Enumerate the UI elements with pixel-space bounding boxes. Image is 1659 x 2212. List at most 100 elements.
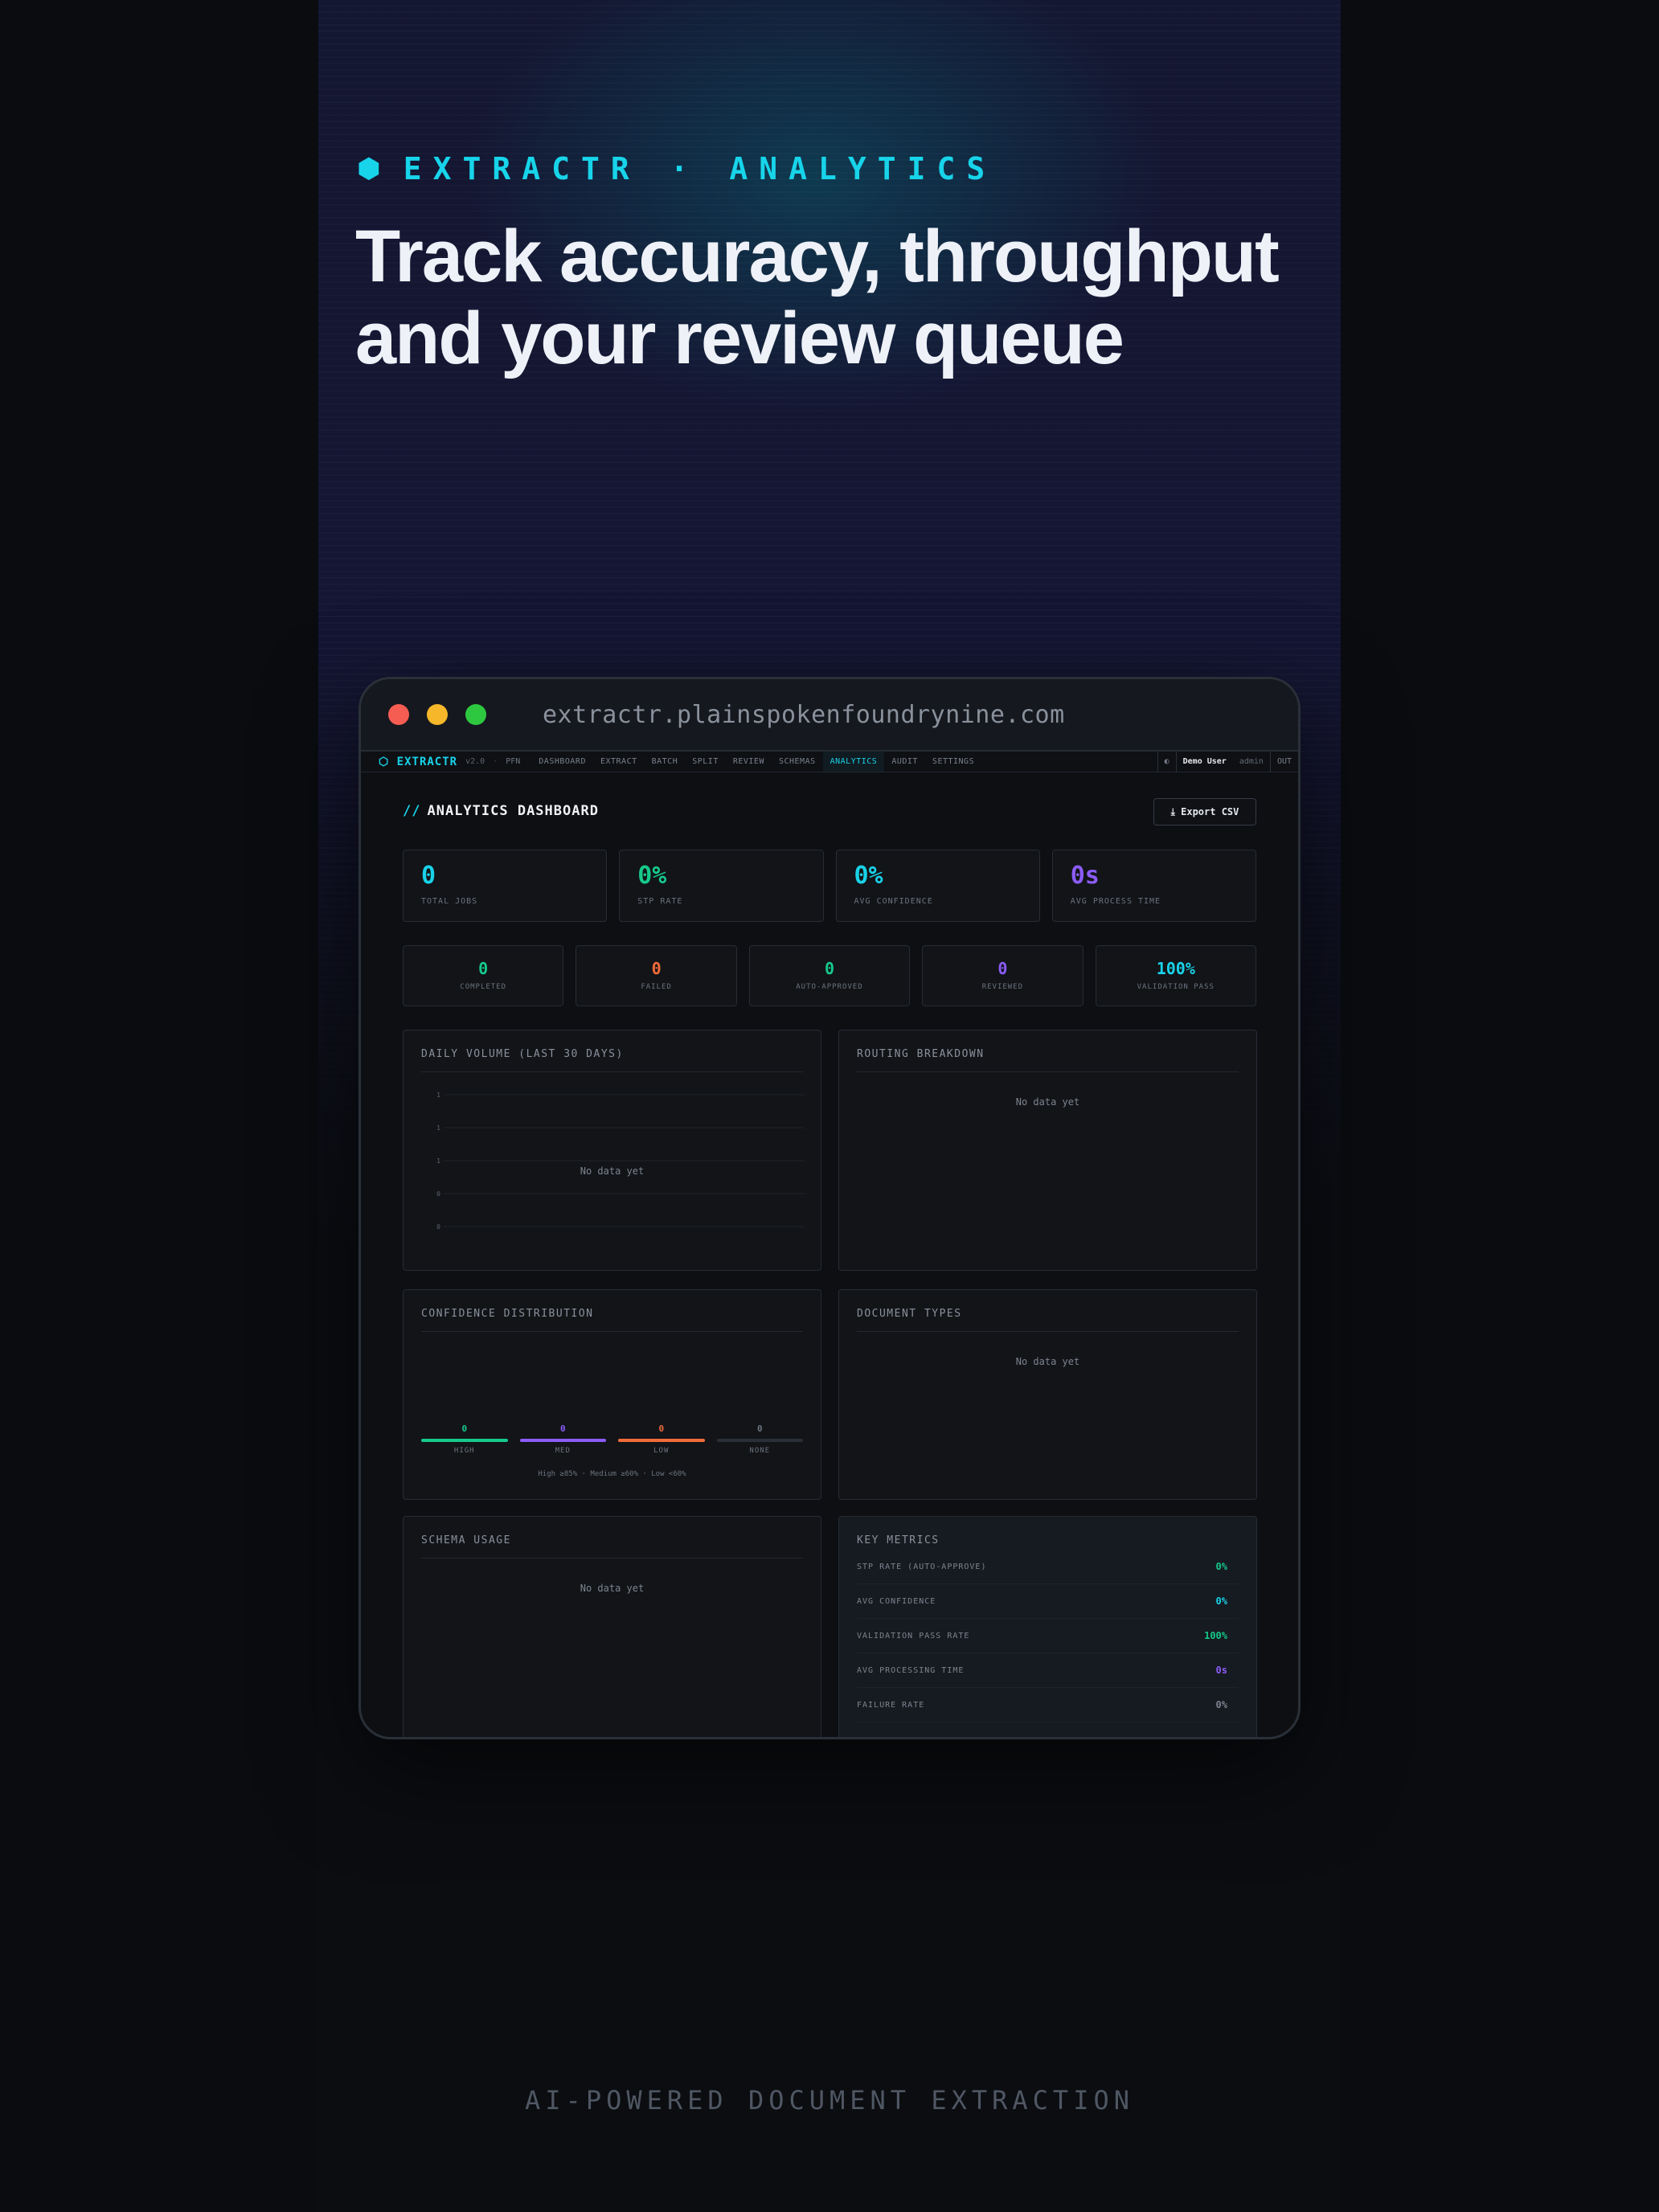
mini-stat-value: 0 xyxy=(824,959,835,978)
y-tick-label: 0 xyxy=(436,1223,440,1231)
nav-separator: · xyxy=(493,757,498,766)
maximize-window-button[interactable] xyxy=(465,704,486,725)
metric-value: 100% xyxy=(1204,1630,1227,1641)
routing-breakdown-panel: ROUTING BREAKDOWN No data yet xyxy=(838,1030,1257,1271)
metric-value: 0% xyxy=(1215,1561,1227,1572)
nav-item-audit[interactable]: AUDIT xyxy=(884,752,925,772)
mini-stat-reviewed: 0 REVIEWED xyxy=(922,945,1083,1006)
stat-card-avg-process-time: 0s AVG PROCESS TIME xyxy=(1051,850,1256,922)
y-tick-label: 1 xyxy=(436,1124,440,1132)
daily-volume-panel: DAILY VOLUME (LAST 30 DAYS) 1 1 1 0 0 No dat… xyxy=(403,1030,821,1271)
brand-text: EXTRACTR · ANALYTICS xyxy=(403,151,997,186)
panel-title: DOCUMENT TYPES xyxy=(857,1308,1239,1332)
nav-item-settings[interactable]: SETTINGS xyxy=(925,752,981,772)
mini-stat-cards: 0 COMPLETED 0 FAILED 0 AUTO-APPROVED 0 REVIEWED… xyxy=(403,945,1256,1006)
mini-stat-completed: 0 COMPLETED xyxy=(403,945,564,1006)
nav-item-analytics[interactable]: ANALYTICS xyxy=(822,752,885,772)
nav-item-schemas[interactable]: SCHEMAS xyxy=(772,752,823,772)
export-csv-button[interactable]: ⤓ Export CSV xyxy=(1153,798,1256,825)
key-metric-row: STP RATE (AUTO-APPROVE) 0% xyxy=(857,1550,1239,1584)
empty-state: No data yet xyxy=(1015,1096,1080,1108)
mini-stat-validation-pass: 100% VALIDATION PASS xyxy=(1095,945,1256,1006)
bucket-bar xyxy=(519,1439,606,1442)
address-bar[interactable]: extractr.plainspokenfoundrynine.com xyxy=(543,701,1065,729)
metric-label: VALIDATION PASS RATE xyxy=(857,1631,970,1641)
mini-stat-label: COMPLETED xyxy=(460,983,507,991)
footer-tagline: AI-POWERED DOCUMENT EXTRACTION xyxy=(525,2085,1134,2116)
empty-state: No data yet xyxy=(1015,1356,1080,1367)
confidence-distribution-panel: CONFIDENCE DISTRIBUTION 0 HIGH 0 MED 0 LOW 0 NO… xyxy=(403,1289,821,1500)
confidence-bucket-med: 0 MED xyxy=(519,1423,606,1455)
key-metric-row: FAILURE RATE 0% xyxy=(857,1688,1239,1722)
stat-card-total-jobs: 0 TOTAL JOBS xyxy=(403,850,608,922)
mini-stat-value: 0 xyxy=(651,959,662,978)
confidence-bucket-high: 0 HIGH xyxy=(421,1423,508,1455)
key-metric-row: AVG CONFIDENCE 0% xyxy=(857,1584,1239,1619)
panel-title: SCHEMA USAGE xyxy=(421,1534,803,1559)
nav-item-extract[interactable]: EXTRACT xyxy=(593,752,645,772)
nav-item-batch[interactable]: BATCH xyxy=(645,752,686,772)
bucket-label: NONE xyxy=(749,1447,771,1455)
mini-stat-label: VALIDATION PASS xyxy=(1137,983,1215,991)
user-name[interactable]: Demo User xyxy=(1175,752,1233,772)
stat-card-avg-confidence: 0% AVG CONFIDENCE xyxy=(835,850,1040,922)
bucket-count: 0 xyxy=(461,1423,468,1434)
close-window-button[interactable] xyxy=(388,704,409,725)
bucket-count: 0 xyxy=(559,1423,566,1434)
browser-chrome: extractr.plainspokenfoundrynine.com xyxy=(361,679,1298,752)
schema-usage-panel: SCHEMA USAGE No data yet xyxy=(403,1516,821,1737)
mini-stat-value: 0 xyxy=(997,959,1008,978)
bucket-count: 0 xyxy=(756,1423,763,1434)
stat-value: 0s xyxy=(1070,862,1100,890)
user-area: ◐ Demo User admin OUT xyxy=(1157,752,1298,772)
panel-title: ROUTING BREAKDOWN xyxy=(857,1048,1239,1072)
stat-label: AVG CONFIDENCE xyxy=(854,897,933,906)
metric-label: AVG CONFIDENCE xyxy=(857,1596,936,1606)
nav-item-dashboard[interactable]: DASHBOARD xyxy=(531,752,593,772)
bucket-bar xyxy=(618,1439,705,1442)
org-prefix: PFN xyxy=(506,757,521,766)
nav-item-split[interactable]: SPLIT xyxy=(685,752,726,772)
stat-value: 0% xyxy=(854,862,883,890)
logout-button[interactable]: OUT xyxy=(1269,752,1298,772)
key-metric-row: VALIDATION PASS RATE 100% xyxy=(857,1619,1239,1653)
app-version: v2.0 xyxy=(465,757,485,766)
mini-stat-value: 0 xyxy=(478,959,489,978)
panel-title: CONFIDENCE DISTRIBUTION xyxy=(421,1308,803,1332)
metric-value: 0% xyxy=(1215,1596,1227,1607)
empty-state: No data yet xyxy=(580,1583,645,1594)
headline-line-2: and your review queue xyxy=(355,297,1124,379)
app-logo[interactable]: ⬡ EXTRACTR xyxy=(379,756,457,768)
y-tick-label: 1 xyxy=(436,1092,440,1099)
mini-stat-auto-approved: 0 AUTO-APPROVED xyxy=(748,945,911,1006)
browser-window: extractr.plainspokenfoundrynine.com ⬡ EX… xyxy=(358,677,1301,1739)
page-title: // ANALYTICS DASHBOARD xyxy=(403,803,599,819)
nav-item-review[interactable]: REVIEW xyxy=(726,752,772,772)
brand-line: ⬢ EXTRACTR · ANALYTICS xyxy=(357,150,996,188)
nav-menu: DASHBOARD EXTRACT BATCH SPLIT REVIEW SCHEMAS A… xyxy=(531,752,981,772)
confidence-bucket-none: 0 NONE xyxy=(716,1423,803,1455)
bucket-label: LOW xyxy=(653,1447,670,1455)
confidence-bars: 0 HIGH 0 MED 0 LOW 0 NONE xyxy=(421,1423,803,1455)
headline: Track accuracy, throughput and your revi… xyxy=(355,215,1304,379)
stat-label: STP RATE xyxy=(637,897,683,906)
bucket-bar xyxy=(716,1439,803,1442)
metric-value: 0% xyxy=(1215,1699,1227,1710)
metric-label: FAILURE RATE xyxy=(857,1700,925,1710)
confidence-bucket-low: 0 LOW xyxy=(618,1423,705,1455)
theme-toggle-icon[interactable]: ◐ xyxy=(1157,752,1176,772)
y-tick-label: 0 xyxy=(436,1190,440,1198)
app-navbar: ⬡ EXTRACTR v2.0 · PFN DASHBOARD EXTRACT BA… xyxy=(361,752,1298,772)
stat-value: 0 xyxy=(421,862,436,890)
key-metrics-list: STP RATE (AUTO-APPROVE) 0% AVG CONFIDENCE 0… xyxy=(857,1550,1239,1722)
stat-card-stp-rate: 0% STP RATE xyxy=(619,850,824,922)
panel-title: KEY METRICS xyxy=(857,1534,940,1546)
panel-title: DAILY VOLUME (LAST 30 DAYS) xyxy=(421,1048,803,1072)
hexagon-icon: ⬢ xyxy=(357,153,381,185)
stat-label: TOTAL JOBS xyxy=(421,897,478,906)
chart-empty-state: No data yet xyxy=(580,1165,645,1177)
metric-label: AVG PROCESSING TIME xyxy=(857,1665,965,1675)
mini-stat-label: AUTO-APPROVED xyxy=(796,983,863,991)
user-role: admin xyxy=(1239,757,1264,766)
minimize-window-button[interactable] xyxy=(427,704,448,725)
